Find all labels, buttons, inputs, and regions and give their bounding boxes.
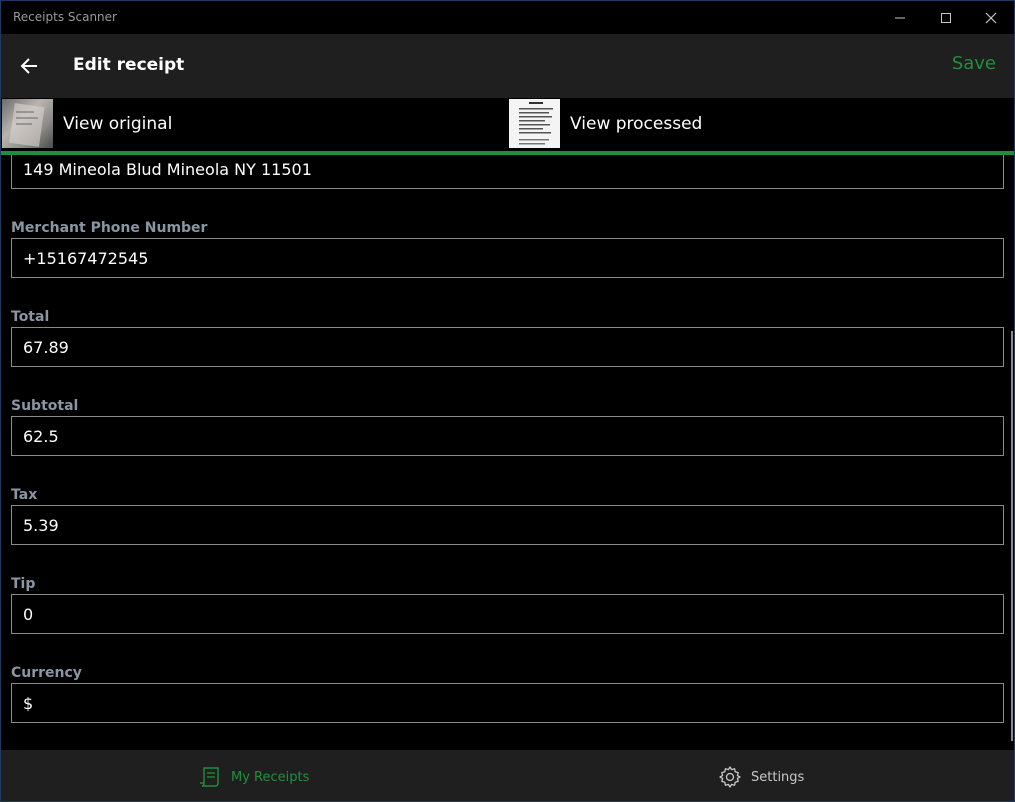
currency-value: $ [23, 694, 34, 713]
tip-label: Tip [11, 576, 36, 592]
nav-settings[interactable]: Settings [717, 764, 804, 790]
currency-field[interactable]: $ [11, 683, 1004, 723]
merchant-phone-value: +15167472545 [23, 249, 149, 268]
original-receipt-thumbnail [2, 99, 53, 148]
merchant-phone-label: Merchant Phone Number [11, 220, 208, 236]
vertical-scrollbar[interactable] [1011, 331, 1013, 741]
tax-value: 5.39 [23, 516, 59, 535]
arrow-left-icon [20, 58, 37, 74]
maximize-icon [941, 12, 951, 23]
processed-receipt-thumbnail [509, 99, 560, 148]
tip-field[interactable]: 0 [11, 594, 1004, 634]
subtotal-label: Subtotal [11, 398, 79, 414]
maximize-button[interactable] [923, 1, 969, 34]
total-field[interactable]: 67.89 [11, 327, 1004, 367]
nav-my-receipts[interactable]: My Receipts [197, 764, 309, 790]
close-icon [985, 12, 997, 23]
page-title: Edit receipt [73, 55, 185, 75]
subtotal-field[interactable]: 62.5 [11, 416, 1004, 456]
merchant-phone-field[interactable]: +15167472545 [11, 238, 1004, 278]
receipt-form: 149 Mineola Blud Mineola NY 11501 Mercha… [1, 155, 1014, 749]
bottom-navigation: My Receipts Settings [1, 750, 1014, 801]
tab-view-processed-label: View processed [570, 114, 703, 134]
close-button[interactable] [968, 1, 1014, 34]
merchant-address-field[interactable]: 149 Mineola Blud Mineola NY 11501 [11, 155, 1004, 189]
minimize-icon [895, 17, 905, 18]
minimize-button[interactable] [877, 1, 923, 34]
view-tabs: View original View processed [1, 98, 1014, 151]
tip-value: 0 [23, 605, 34, 624]
tax-field[interactable]: 5.39 [11, 505, 1004, 545]
receipt-icon [197, 764, 223, 790]
total-value: 67.89 [23, 338, 69, 357]
total-label: Total [11, 309, 50, 325]
nav-my-receipts-label: My Receipts [231, 769, 310, 785]
tab-view-original[interactable]: View original [1, 98, 507, 148]
window-title: Receipts Scanner [13, 10, 117, 24]
back-button[interactable] [9, 46, 49, 86]
merchant-address-value: 149 Mineola Blud Mineola NY 11501 [23, 160, 312, 179]
app-window: Receipts Scanner Edit receipt Save View … [0, 0, 1015, 802]
page-header: Edit receipt Save [1, 34, 1014, 98]
tax-label: Tax [11, 487, 38, 503]
subtotal-value: 62.5 [23, 427, 59, 446]
save-button[interactable]: Save [952, 53, 996, 74]
tab-view-original-label: View original [63, 114, 173, 134]
gear-icon [717, 764, 743, 790]
tab-view-processed[interactable]: View processed [508, 98, 1014, 148]
nav-settings-label: Settings [751, 769, 805, 785]
currency-label: Currency [11, 665, 82, 681]
title-bar: Receipts Scanner [1, 1, 1014, 34]
